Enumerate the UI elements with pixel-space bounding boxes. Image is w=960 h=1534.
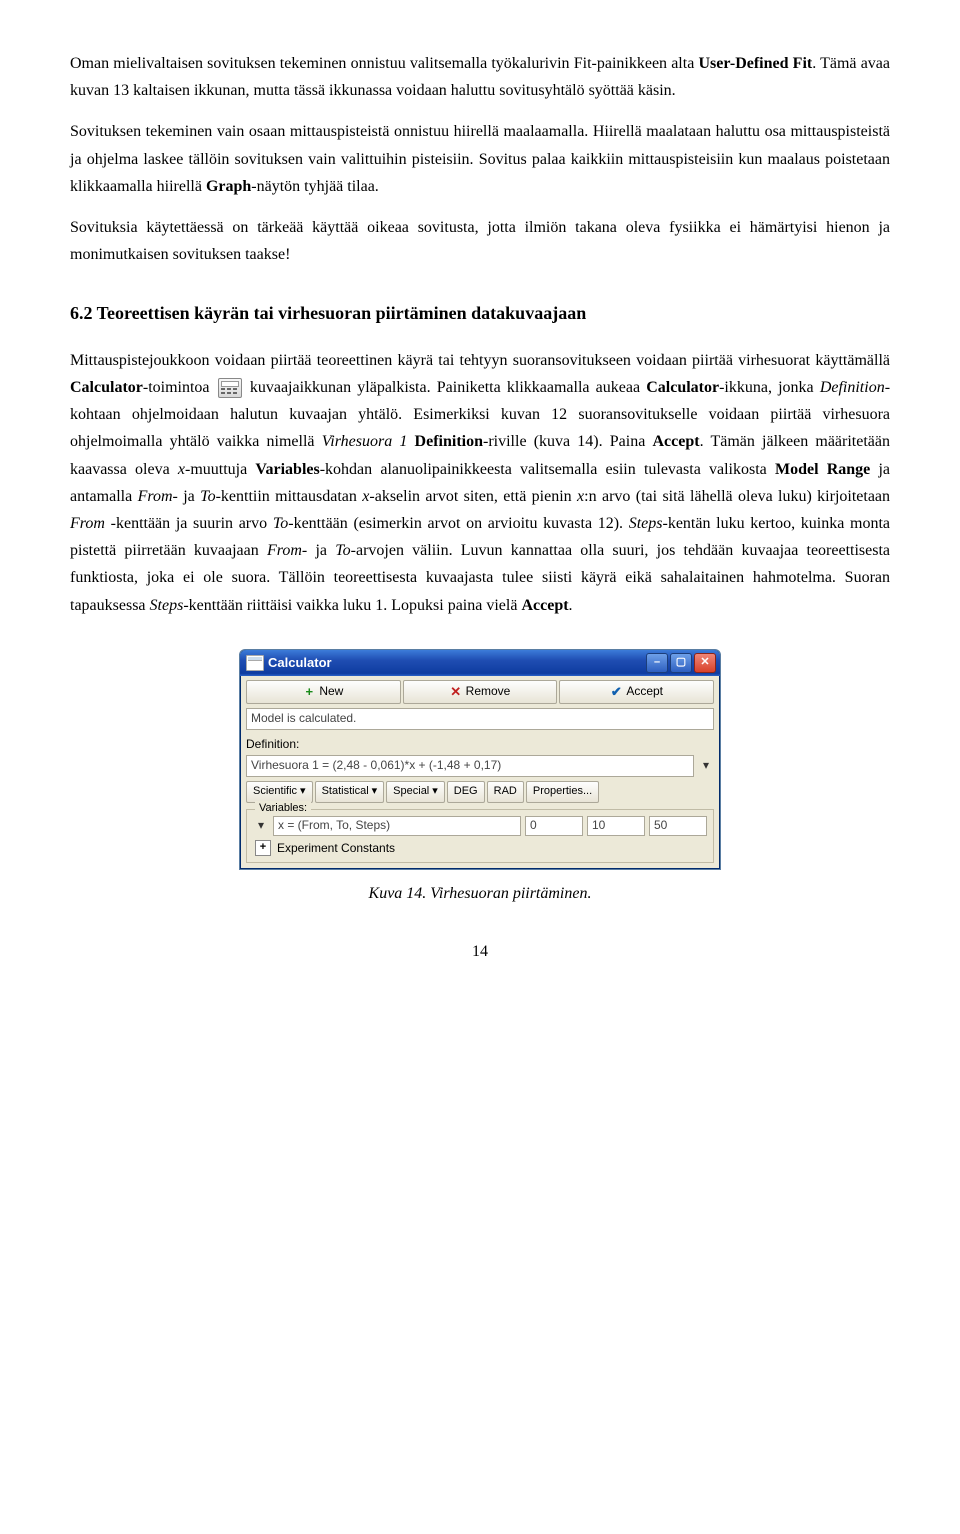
expand-button[interactable]: + xyxy=(255,840,271,856)
variable-expression[interactable]: x = (From, To, Steps) xyxy=(273,816,521,836)
variables-fieldset: Variables: ▾ x = (From, To, Steps) 0 10 … xyxy=(246,809,714,864)
calculator-window: Calculator – ▢ ✕ +New ✕Remove ✔Accept Mo… xyxy=(239,649,721,871)
figure-caption: Kuva 14. Virhesuoran piirtäminen. xyxy=(70,880,890,907)
toolbar: +New ✕Remove ✔Accept xyxy=(240,676,720,706)
from-input[interactable]: 0 xyxy=(525,816,583,836)
definition-label: Definition: xyxy=(246,734,714,755)
status-box: Model is calculated. xyxy=(246,708,714,730)
paragraph-3: Sovituksia käytettäessä on tärkeää käytt… xyxy=(70,214,890,268)
section-heading: 6.2 Teoreettisen käyrän tai virhesuoran … xyxy=(70,298,890,329)
paragraph-4: Mittauspistejoukkoon voidaan piirtää teo… xyxy=(70,347,890,619)
to-input[interactable]: 10 xyxy=(587,816,645,836)
remove-button[interactable]: ✕Remove xyxy=(403,680,558,704)
calculator-icon xyxy=(218,378,242,398)
accept-button[interactable]: ✔Accept xyxy=(559,680,714,704)
scientific-dropdown[interactable]: Scientific▾ xyxy=(246,781,313,803)
steps-input[interactable]: 50 xyxy=(649,816,707,836)
special-dropdown[interactable]: Special▾ xyxy=(386,781,445,803)
chevron-down-icon: ▾ xyxy=(300,784,306,799)
window-title: Calculator xyxy=(264,654,646,672)
variables-dropdown[interactable]: ▾ xyxy=(253,817,269,834)
close-button[interactable]: ✕ xyxy=(694,653,716,673)
experiment-constants-label: Experiment Constants xyxy=(277,840,395,857)
calculator-app-icon xyxy=(246,655,264,671)
paragraph-2: Sovituksen tekeminen vain osaan mittausp… xyxy=(70,118,890,200)
new-button[interactable]: +New xyxy=(246,680,401,704)
rad-button[interactable]: RAD xyxy=(487,781,524,803)
chevron-down-icon: ▾ xyxy=(432,784,438,799)
definition-input[interactable]: Virhesuora 1 = (2,48 - 0,061)*x + (-1,48… xyxy=(246,755,694,777)
minimize-button[interactable]: – xyxy=(646,653,668,673)
properties-button[interactable]: Properties... xyxy=(526,781,599,803)
plus-icon: + xyxy=(303,683,315,701)
statistical-dropdown[interactable]: Statistical▾ xyxy=(315,781,385,803)
variables-legend: Variables: xyxy=(255,801,311,816)
deg-button[interactable]: DEG xyxy=(447,781,485,803)
paragraph-1: Oman mielivaltaisen sovituksen tekeminen… xyxy=(70,50,890,104)
chevron-down-icon: ▾ xyxy=(372,784,378,799)
titlebar[interactable]: Calculator – ▢ ✕ xyxy=(240,650,720,676)
page-number: 14 xyxy=(70,938,890,965)
definition-dropdown[interactable]: ▾ xyxy=(698,757,714,774)
maximize-button[interactable]: ▢ xyxy=(670,653,692,673)
check-icon: ✔ xyxy=(610,683,622,701)
cross-icon: ✕ xyxy=(450,683,462,701)
